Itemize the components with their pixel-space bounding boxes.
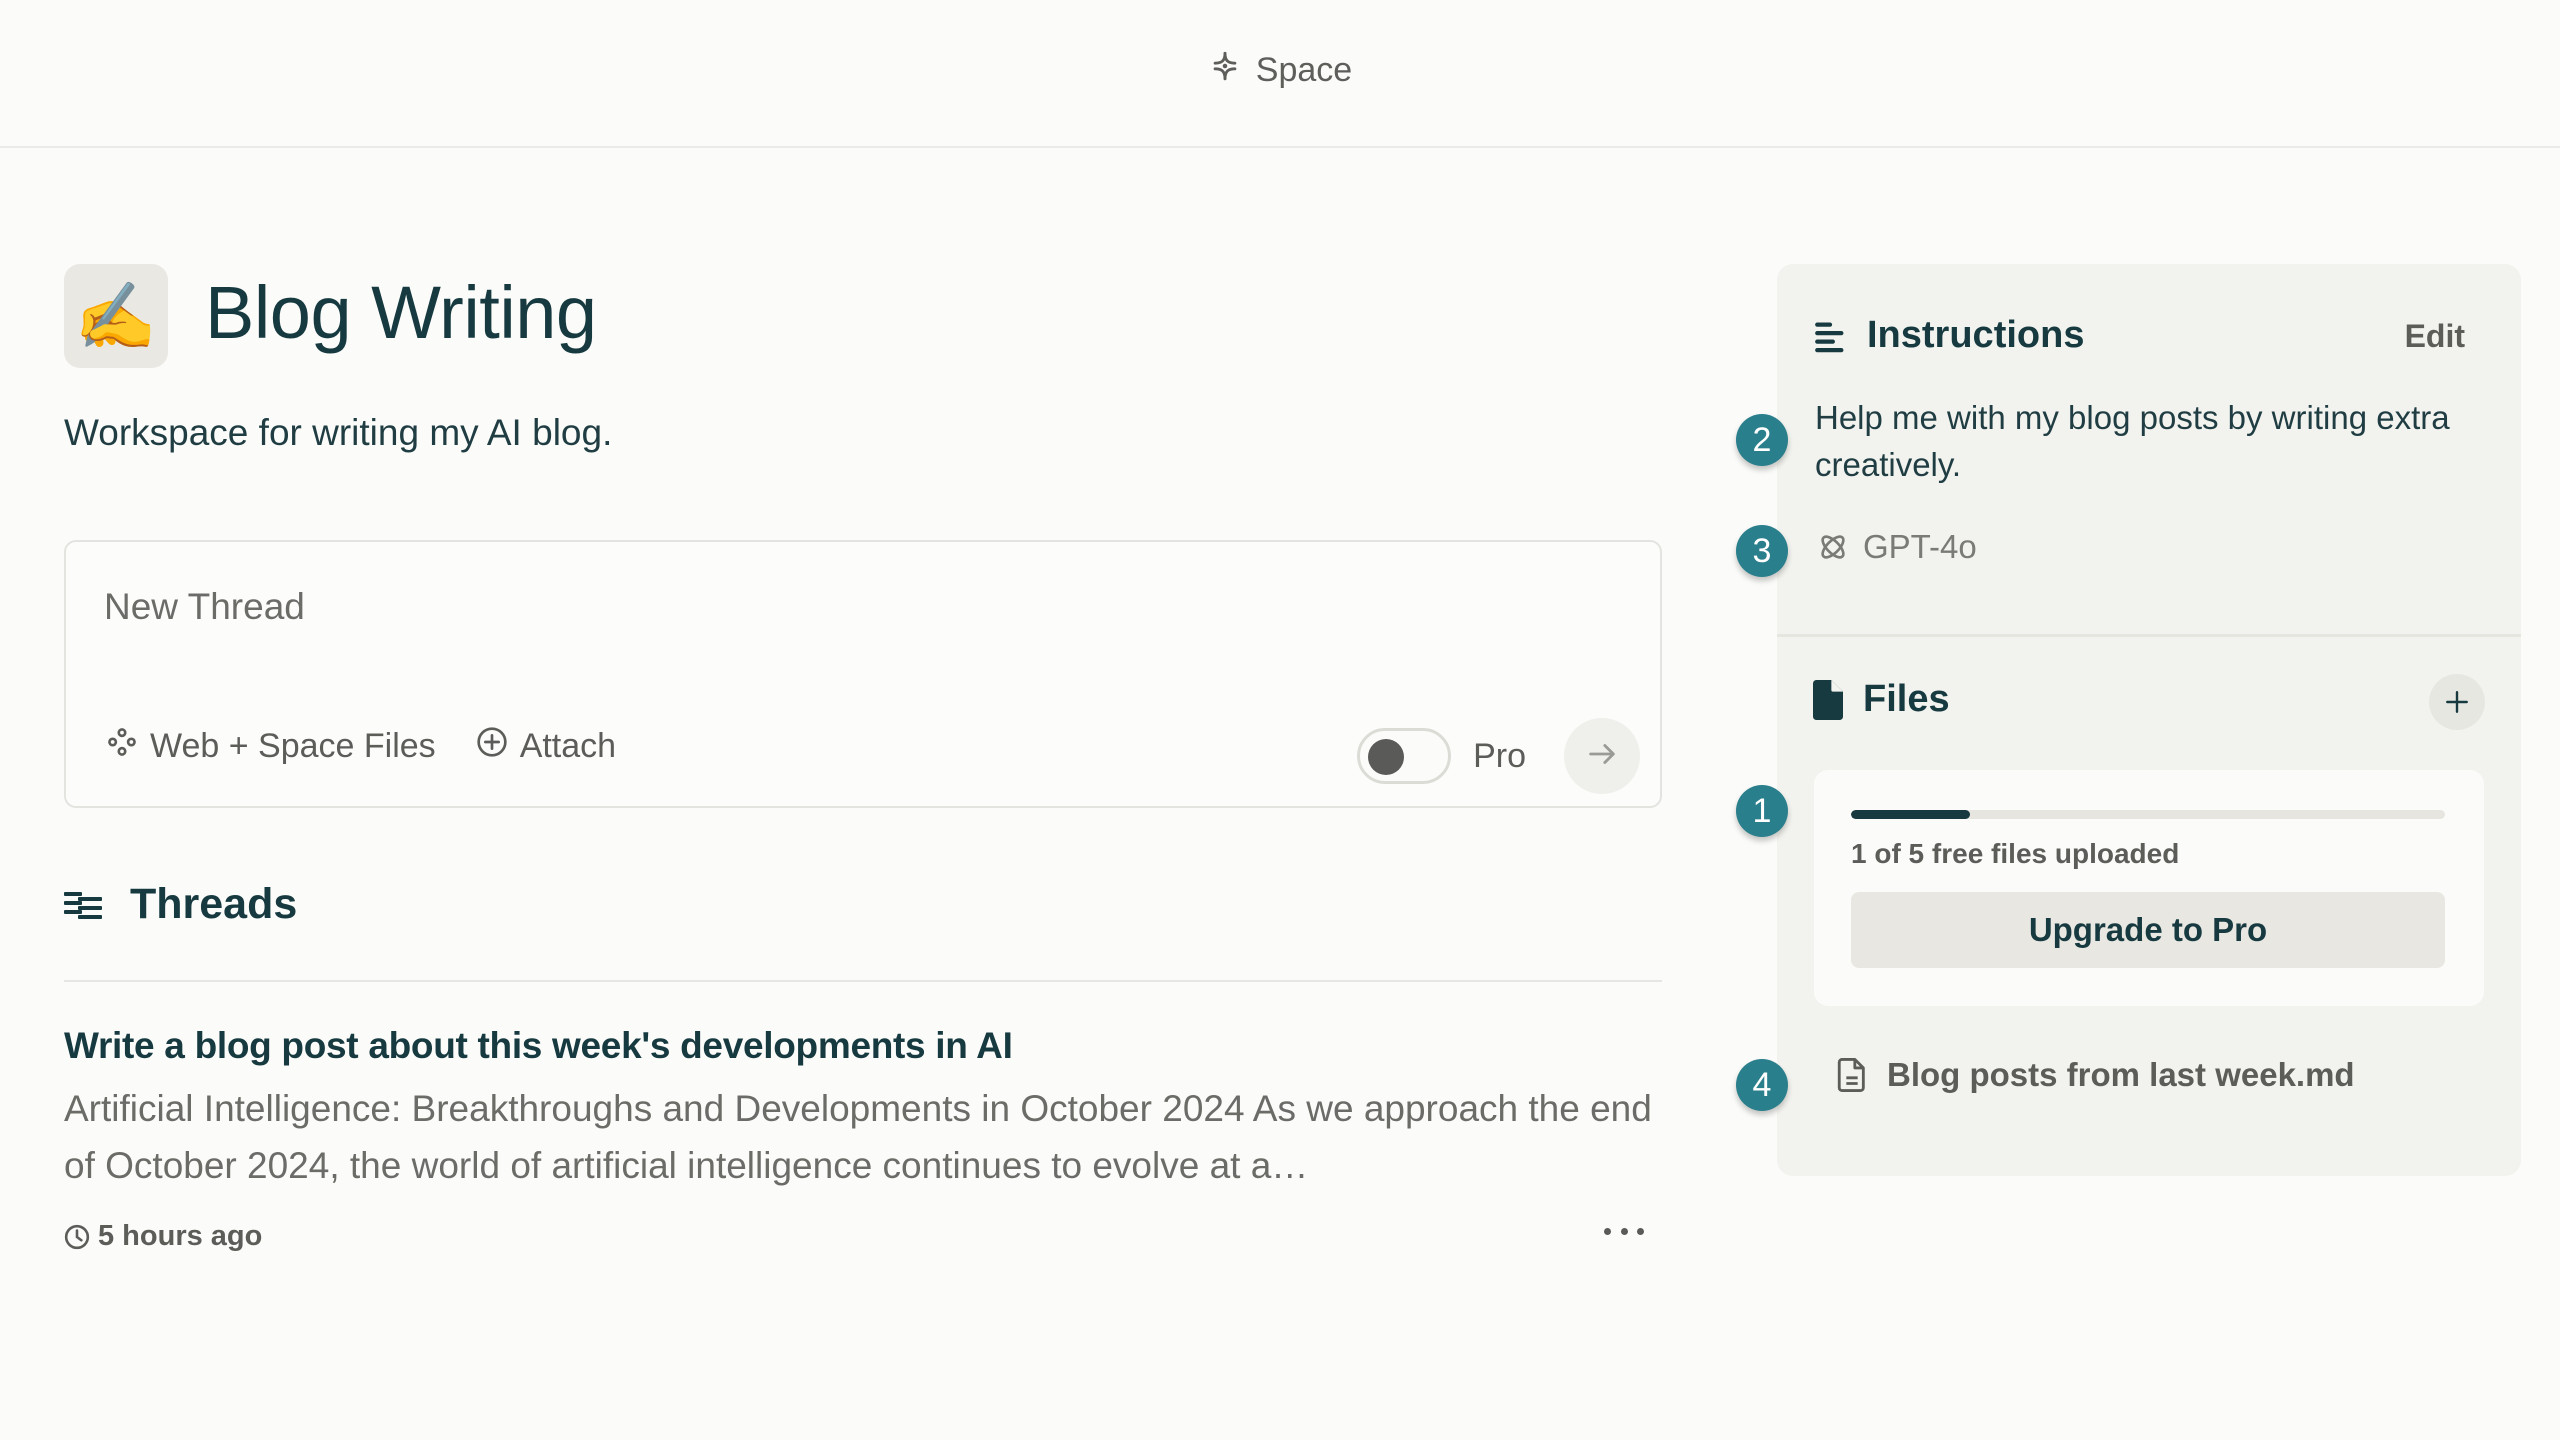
header-title: Space [1255, 50, 1353, 89]
pro-label: Pro [1473, 736, 1526, 775]
quota-text: 1 of 5 free files uploaded [1851, 838, 2180, 869]
upgrade-to-pro-button[interactable]: Upgrade to Pro [1851, 892, 2445, 968]
file-name: Blog posts from last week.md [1887, 1056, 2355, 1093]
arrow-right-icon [1585, 737, 1619, 776]
model-name: GPT-4o [1863, 528, 1977, 565]
threads-heading: Threads [130, 880, 298, 928]
clock-icon [64, 1224, 90, 1250]
dot [1604, 1227, 1611, 1235]
pro-toggle[interactable] [1357, 728, 1452, 784]
files-heading: Files [1863, 678, 1950, 720]
annotation-badge-2: 2 [1736, 414, 1788, 466]
model-selector[interactable]: GPT-4o [1817, 528, 1977, 566]
thread-time: 5 hours ago [98, 1220, 263, 1252]
edit-instructions-button[interactable]: Edit [2405, 318, 2465, 355]
source-selector-button[interactable]: Web + Space Files [106, 726, 436, 767]
add-file-button[interactable] [2429, 674, 2485, 730]
dot [1637, 1227, 1644, 1235]
composer-tools: Web + Space Files Attach [106, 726, 616, 767]
file-solid-icon [1813, 679, 1843, 720]
submit-button[interactable] [1564, 718, 1640, 794]
space-header: Space [1208, 49, 1352, 92]
threads-list-icon [64, 890, 104, 920]
thread-meta: 5 hours ago [64, 1220, 262, 1253]
instructions-header: Instructions [1813, 314, 2084, 357]
quota-progress-bar [1851, 810, 2445, 819]
panel-divider [1777, 634, 2521, 637]
space-description: Workspace for writing my AI blog. [64, 412, 613, 453]
instructions-text: Help me with my blog posts by writing ex… [1815, 399, 2450, 483]
text-align-icon [1813, 319, 1847, 353]
toggle-knob [1368, 739, 1405, 775]
file-item[interactable]: Blog posts from last week.md [1837, 1056, 2355, 1094]
attach-label: Attach [519, 727, 617, 765]
top-bar: Space [0, 0, 2560, 148]
composer-actions: Pro [1357, 718, 1640, 794]
quota-progress-fill [1851, 810, 1970, 819]
sparkle-icon [1208, 49, 1242, 92]
annotation-badge-1: 1 [1736, 785, 1788, 837]
space-title: Blog Writing [205, 271, 597, 354]
threads-header: Threads [64, 880, 297, 929]
space-settings-panel: Instructions Edit Help me with my blog p… [1777, 264, 2521, 1176]
sources-icon [106, 726, 138, 767]
plus-icon [2444, 689, 2470, 715]
source-label: Web + Space Files [150, 727, 436, 765]
model-atom-icon [1817, 531, 1849, 563]
dot [1620, 1227, 1628, 1235]
thread-title[interactable]: Write a blog post about this week's deve… [64, 1020, 1662, 1072]
annotation-badge-4: 4 [1736, 1059, 1788, 1111]
plus-circle-icon [476, 726, 508, 767]
new-thread-composer[interactable]: New Thread Web + Space Files Attach Pro [64, 540, 1662, 808]
annotation-badge-3: 3 [1736, 525, 1788, 577]
space-emoji-icon[interactable]: ✍️ [64, 264, 168, 368]
files-header: Files [1813, 678, 1950, 721]
more-options-button[interactable] [1604, 1216, 1644, 1246]
attach-button[interactable]: Attach [476, 726, 616, 767]
threads-divider [64, 980, 1662, 982]
document-icon [1837, 1058, 1867, 1092]
instructions-heading: Instructions [1867, 314, 2085, 356]
new-thread-input[interactable]: New Thread [104, 582, 305, 632]
thread-item[interactable]: Write a blog post about this week's deve… [64, 1020, 1662, 1252]
files-quota: 1 of 5 free files uploaded Upgrade to Pr… [1814, 770, 2484, 1006]
thread-snippet: Artificial Intelligence: Breakthroughs a… [64, 1088, 1652, 1186]
